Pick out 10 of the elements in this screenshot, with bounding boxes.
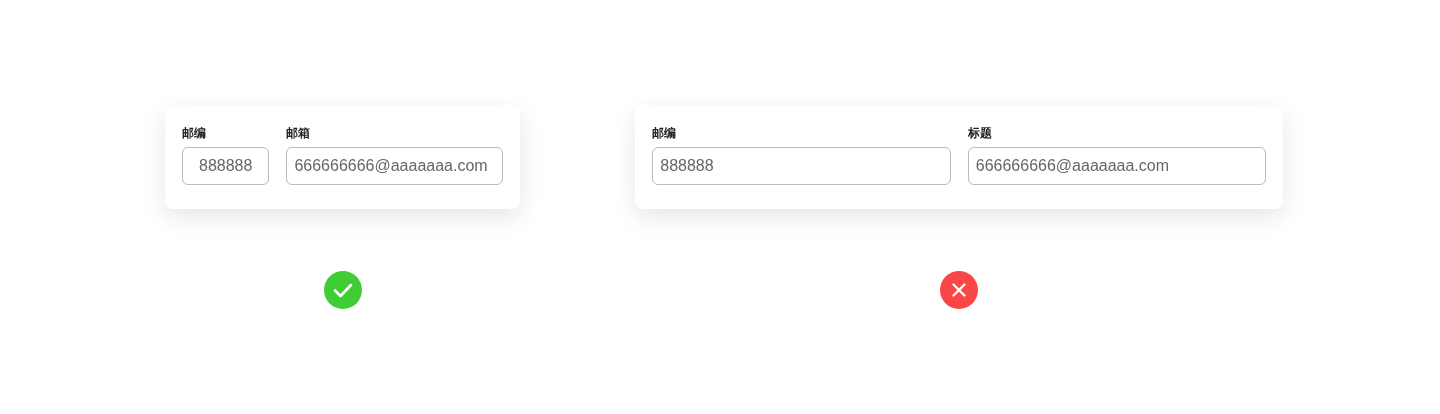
input-field[interactable]: 666666666@aaaaaaa.com <box>967 147 1267 185</box>
input-field[interactable]: 888888 <box>652 147 951 185</box>
input-field[interactable]: 888888 <box>182 147 270 185</box>
field-label: 邮编 <box>652 125 678 141</box>
close-circle-icon <box>940 271 979 309</box>
field-label: 标题 <box>967 125 993 141</box>
check-circle-icon <box>323 271 362 309</box>
input-field[interactable]: 666666666@aaaaaaa.com <box>286 147 504 185</box>
field-label: 邮箱 <box>286 125 312 141</box>
field-label: 邮编 <box>182 125 207 141</box>
